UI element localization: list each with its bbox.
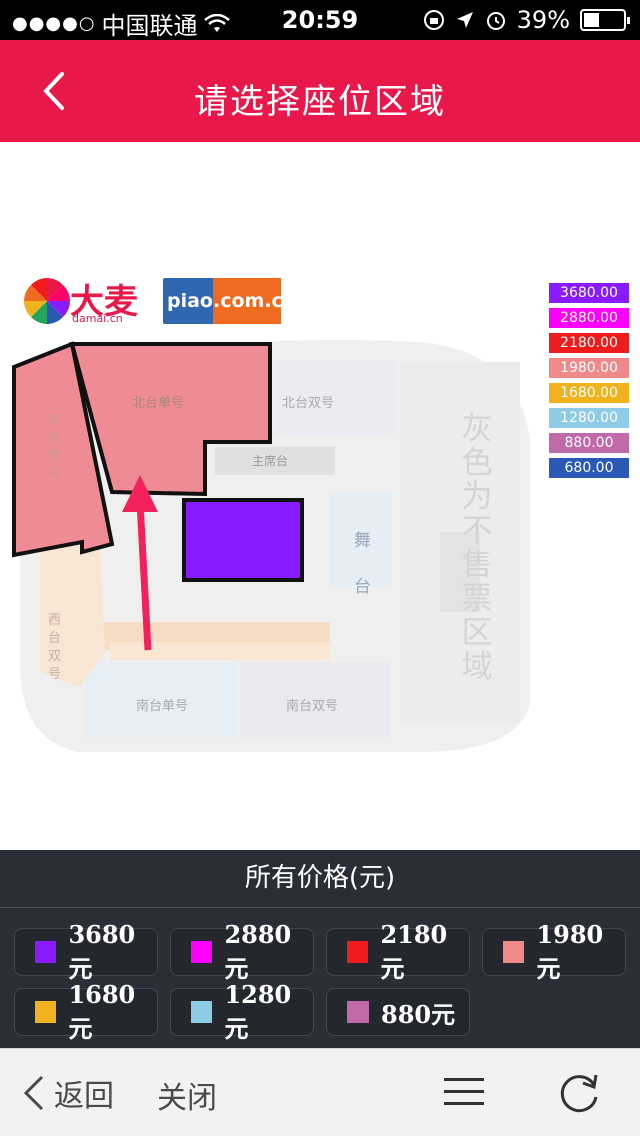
location-icon [456,12,473,28]
price-swatch [347,941,369,963]
seat-map: 大麦 damai.cn piao.com.cn 北台单号 北台双号 主席台 舞台… [0,142,640,850]
menu-icon[interactable] [444,1075,484,1109]
price-chip[interactable]: 1680元 [14,980,158,1043]
legend-item: 1680.00 [549,383,629,403]
price-chip[interactable]: 880元 [326,988,470,1036]
venue-diagram [12,340,530,752]
price-swatch [191,1001,213,1023]
legend-item: 3680.00 [549,283,629,303]
gray-note: 灰色为不售票区域 [461,411,493,685]
price-chip[interactable]: 1980元 [482,920,626,983]
price-swatch [35,941,57,963]
legend-item: 680.00 [549,458,629,478]
label-south-double: 南台双号 [286,699,339,714]
price-chip[interactable]: 2880元 [170,920,314,983]
battery-percent: 39% [516,6,570,34]
refresh-icon[interactable] [556,1069,602,1115]
price-label: 1680元 [68,980,136,1043]
price-chip[interactable]: 2180元 [326,920,470,983]
price-label: 1280元 [224,980,292,1043]
label-east-single: 东台单号 [48,413,62,482]
legend-item: 1980.00 [549,358,629,378]
battery-icon [580,9,630,31]
nav-bar: 请选择座位区域 [0,40,640,142]
price-label: 1980元 [536,920,604,983]
page-title: 请选择座位区域 [194,82,446,122]
alarm-icon [486,12,505,30]
price-swatch [35,1001,57,1023]
price-chip[interactable]: 1280元 [170,980,314,1043]
bottom-toolbar: 返回 关闭 [0,1048,640,1136]
price-panel-title: 所有价格(元) [0,850,640,908]
legend-item: 1280.00 [549,408,629,428]
back-chevron-icon [23,1075,44,1111]
legend-item: 880.00 [549,433,629,453]
toolbar-back-button[interactable]: 返回 [20,1071,114,1115]
legend-item: 2880.00 [549,308,629,328]
label-stage: 舞台 [354,531,371,597]
price-swatch [191,941,213,963]
label-north-double: 北台双号 [282,396,335,411]
price-label: 880元 [381,999,456,1029]
label-west-double: 西台双号 [48,613,62,682]
rotation-lock-icon [423,10,444,30]
toolbar-close-button[interactable]: 关闭 [157,1073,217,1117]
label-main-stage: 主席台 [252,454,289,468]
price-swatch [503,941,525,963]
price-chip[interactable]: 3680元 [14,920,158,983]
section-3680[interactable] [182,498,304,582]
price-label: 3680元 [68,920,136,983]
legend-item: 2180.00 [549,333,629,353]
label-north-single: 北台单号 [132,396,185,411]
price-swatch [347,1001,369,1023]
price-label: 2880元 [224,920,292,983]
price-panel: 所有价格(元) 3680元 2880元 2180元 1980元 1680元 1280元 88… [0,850,640,1048]
price-label: 2180元 [380,920,448,983]
label-south-single: 南台单号 [136,699,189,714]
toolbar-back-label: 返回 [54,1079,114,1114]
price-legend: 3680.00 2880.00 2180.00 1980.00 1680.00 1280.… [549,283,629,483]
status-bar: ●●●●○ 中国联通 20:59 39% [0,0,640,40]
